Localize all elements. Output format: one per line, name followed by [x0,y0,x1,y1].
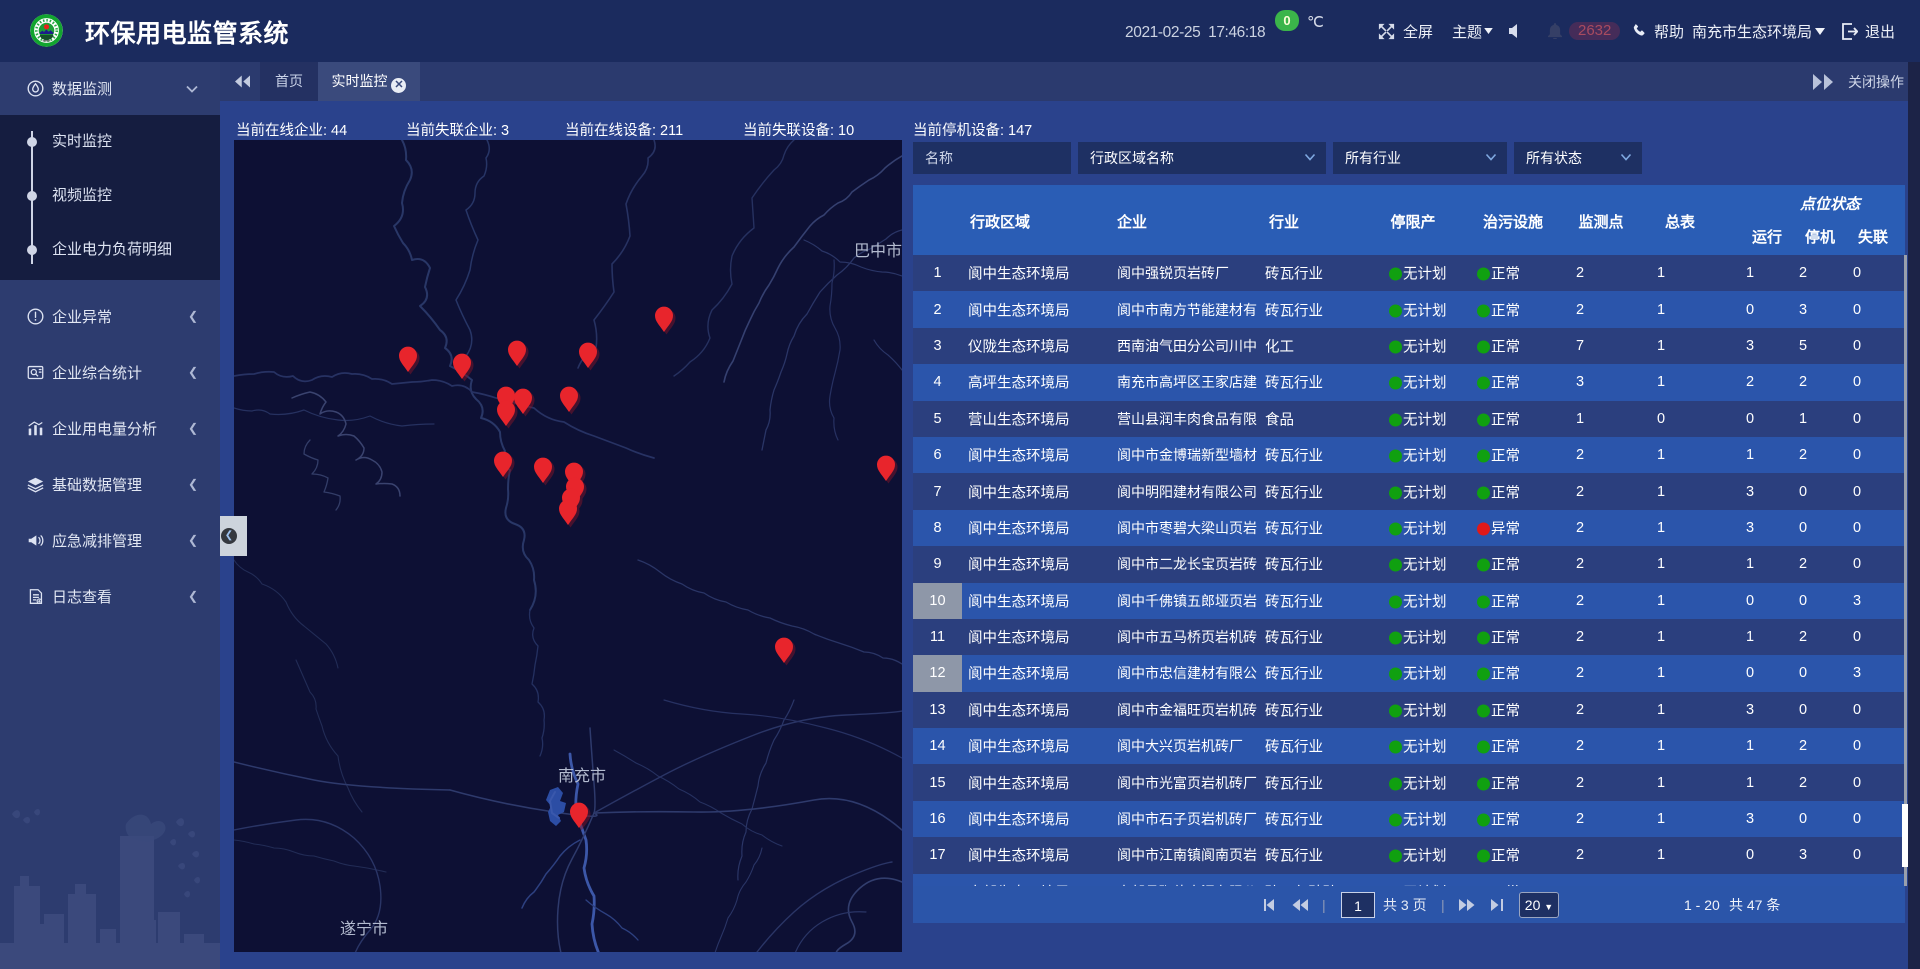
svg-text:遂宁市: 遂宁市 [340,920,388,938]
svg-text:南充市: 南充市 [558,767,606,785]
svg-text:巴中市: 巴中市 [854,242,902,260]
